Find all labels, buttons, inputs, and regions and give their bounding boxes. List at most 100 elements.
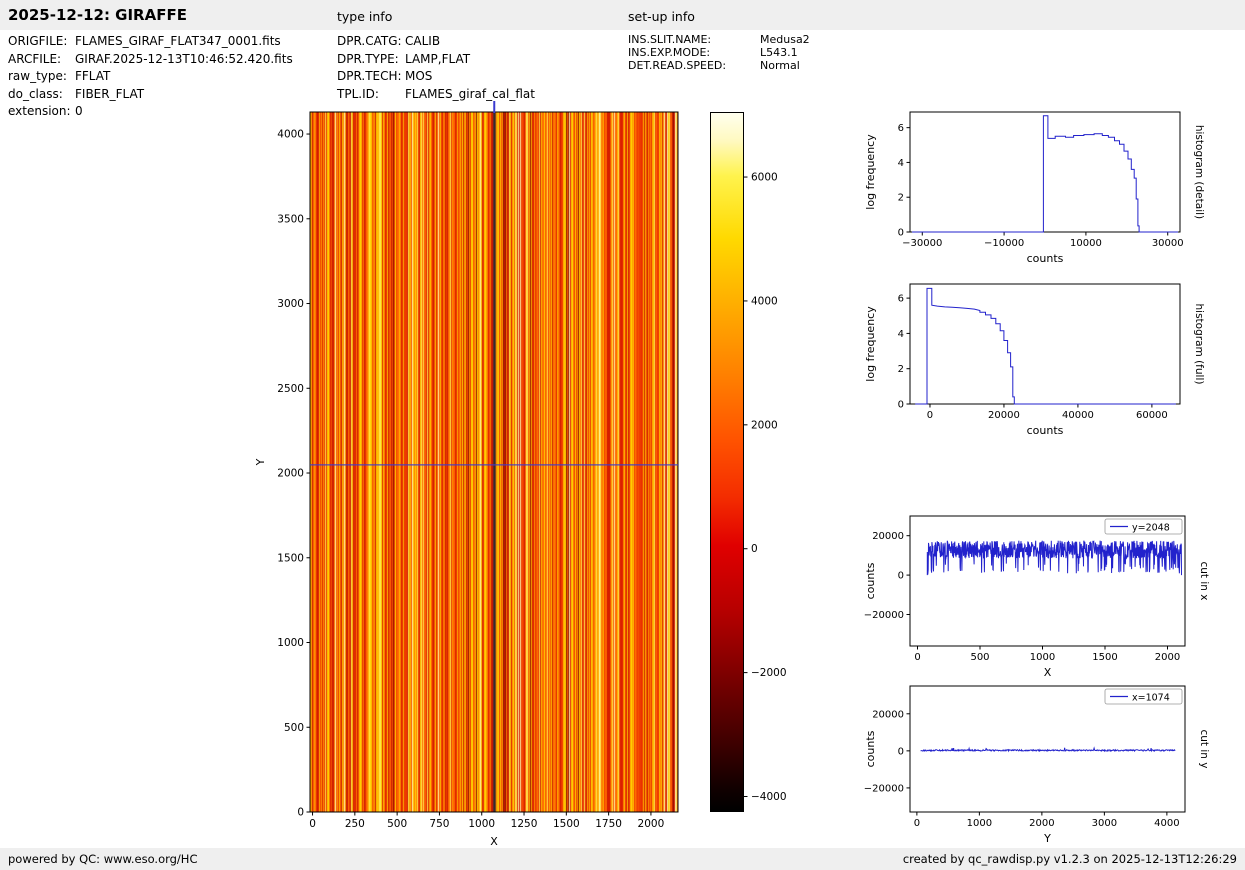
arcfile-label: ARCFILE: xyxy=(8,51,75,69)
origfile-value: FLAMES_GIRAF_FLAT347_0001.fits xyxy=(75,33,281,51)
svg-text:500: 500 xyxy=(284,722,304,734)
arcfile-value: GIRAF.2025-12-13T10:46:52.420.fits xyxy=(75,51,293,69)
svg-text:2000: 2000 xyxy=(1155,652,1180,663)
svg-text:20000: 20000 xyxy=(988,410,1020,421)
cut-in-x-svg: 0500100015002000200000−20000Xcountscut i… xyxy=(860,509,1212,691)
setup-info-block: INS.SLIT.NAME:Medusa2 INS.EXP.MODE:L543.… xyxy=(628,33,810,72)
svg-text:750: 750 xyxy=(429,818,449,830)
svg-text:1000: 1000 xyxy=(468,818,495,830)
svg-text:1000: 1000 xyxy=(967,818,992,829)
histogram-full-svg: 02000040000600000246countslog frequencyh… xyxy=(860,277,1210,447)
histogram-detail-plot: −30000−1000010000300000246countslog freq… xyxy=(860,105,1210,279)
svg-text:0: 0 xyxy=(297,807,304,819)
det-read-speed-label: DET.READ.SPEED: xyxy=(628,59,760,72)
svg-text:0: 0 xyxy=(914,818,920,829)
svg-text:−20000: −20000 xyxy=(864,610,904,621)
svg-text:2: 2 xyxy=(898,364,904,375)
svg-text:log frequency: log frequency xyxy=(864,134,877,210)
svg-text:6: 6 xyxy=(898,123,904,134)
svg-text:counts: counts xyxy=(1027,424,1064,437)
file-info-row: ORIGFILE:FLAMES_GIRAF_FLAT347_0001.fits xyxy=(8,33,293,51)
cut-in-y-plot: 01000200030004000200000−20000Ycountscut … xyxy=(860,679,1212,858)
svg-text:cut in y: cut in y xyxy=(1198,729,1210,768)
svg-text:1000: 1000 xyxy=(1030,652,1055,663)
svg-text:2000: 2000 xyxy=(751,419,778,431)
svg-text:histogram (detail): histogram (detail) xyxy=(1193,125,1205,219)
ins-exp-mode-label: INS.EXP.MODE: xyxy=(628,46,760,59)
histogram-full-plot: 02000040000600000246countslog frequencyh… xyxy=(860,277,1210,451)
svg-text:log frequency: log frequency xyxy=(864,306,877,382)
svg-text:y=2048: y=2048 xyxy=(1132,523,1170,534)
histogram-detail-svg: −30000−1000010000300000246countslog freq… xyxy=(860,105,1210,275)
svg-text:0: 0 xyxy=(898,228,904,239)
colorbar xyxy=(710,112,744,812)
svg-text:2: 2 xyxy=(898,193,904,204)
svg-text:40000: 40000 xyxy=(1062,410,1094,421)
svg-text:−30000: −30000 xyxy=(902,238,942,249)
dpr-tech-label: DPR.TECH: xyxy=(337,68,405,86)
svg-text:0: 0 xyxy=(898,746,904,757)
svg-text:4: 4 xyxy=(898,329,904,340)
svg-text:6: 6 xyxy=(898,294,904,305)
type-info-row: DPR.TECH:MOS xyxy=(337,68,535,86)
svg-text:x=1074: x=1074 xyxy=(1132,693,1170,704)
type-info-row: DPR.CATG:CALIB xyxy=(337,33,535,51)
do-class-label: do_class: xyxy=(8,86,75,104)
svg-text:6000: 6000 xyxy=(751,172,778,184)
svg-text:1750: 1750 xyxy=(595,818,622,830)
svg-text:0: 0 xyxy=(898,571,904,582)
svg-text:X: X xyxy=(490,835,498,848)
svg-text:4: 4 xyxy=(898,158,904,169)
setup-info-row: DET.READ.SPEED:Normal xyxy=(628,59,810,72)
svg-text:20000: 20000 xyxy=(872,709,904,720)
svg-text:X: X xyxy=(1044,666,1052,679)
cut-in-y-svg: 01000200030004000200000−20000Ycountscut … xyxy=(860,679,1212,854)
svg-text:cut in x: cut in x xyxy=(1198,561,1210,600)
svg-text:1000: 1000 xyxy=(277,637,304,649)
header-bar: 2025-12-12: GIRAFFE type info set-up inf… xyxy=(0,0,1245,30)
svg-text:60000: 60000 xyxy=(1136,410,1168,421)
setup-info-row: INS.SLIT.NAME:Medusa2 xyxy=(628,33,810,46)
file-info-row: ARCFILE:GIRAF.2025-12-13T10:46:52.420.fi… xyxy=(8,51,293,69)
svg-text:Y: Y xyxy=(1043,832,1051,845)
svg-text:counts: counts xyxy=(864,562,877,599)
svg-text:20000: 20000 xyxy=(872,531,904,542)
svg-text:1250: 1250 xyxy=(511,818,538,830)
svg-text:4000: 4000 xyxy=(277,129,304,141)
dpr-tech-value: MOS xyxy=(405,68,432,86)
svg-text:250: 250 xyxy=(345,818,365,830)
svg-text:−20000: −20000 xyxy=(864,783,904,794)
file-info-row: raw_type:FFLAT xyxy=(8,68,293,86)
raw-type-value: FFLAT xyxy=(75,68,110,86)
extension-label: extension: xyxy=(8,103,75,121)
ins-slit-name-label: INS.SLIT.NAME: xyxy=(628,33,760,46)
extension-value: 0 xyxy=(75,103,83,121)
raw-image-canvas xyxy=(310,112,678,812)
svg-text:1500: 1500 xyxy=(1092,652,1117,663)
dpr-type-label: DPR.TYPE: xyxy=(337,51,405,69)
page-title: 2025-12-12: GIRAFFE xyxy=(8,6,187,24)
svg-text:1500: 1500 xyxy=(277,552,304,564)
dpr-type-value: LAMP,FLAT xyxy=(405,51,470,69)
setup-info-heading: set-up info xyxy=(628,9,695,24)
svg-text:−4000: −4000 xyxy=(751,791,787,803)
svg-text:1500: 1500 xyxy=(553,818,580,830)
raw-type-label: raw_type: xyxy=(8,68,75,86)
svg-text:500: 500 xyxy=(387,818,407,830)
ins-exp-mode-value: L543.1 xyxy=(760,46,798,59)
setup-info-row: INS.EXP.MODE:L543.1 xyxy=(628,46,810,59)
svg-text:30000: 30000 xyxy=(1152,238,1184,249)
dpr-catg-value: CALIB xyxy=(405,33,440,51)
ins-slit-name-value: Medusa2 xyxy=(760,33,810,46)
svg-text:0: 0 xyxy=(309,818,316,830)
svg-text:Y: Y xyxy=(254,458,267,466)
svg-text:2500: 2500 xyxy=(277,383,304,395)
svg-text:2000: 2000 xyxy=(1029,818,1054,829)
origfile-label: ORIGFILE: xyxy=(8,33,75,51)
svg-text:2000: 2000 xyxy=(638,818,665,830)
svg-text:3000: 3000 xyxy=(277,298,304,310)
svg-text:0: 0 xyxy=(898,400,904,411)
type-info-heading: type info xyxy=(337,9,392,24)
svg-text:0: 0 xyxy=(751,543,758,555)
svg-text:3000: 3000 xyxy=(1092,818,1117,829)
